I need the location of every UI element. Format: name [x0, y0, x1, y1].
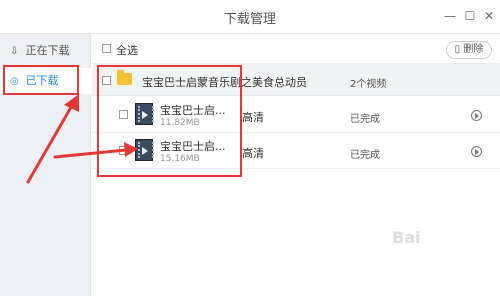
arrow-to-file-icon — [53, 142, 138, 159]
arrow-to-sidebar-icon — [26, 94, 79, 184]
baidu-watermark: Bai — [392, 228, 421, 247]
site-watermark: 浏览器家园 — [348, 262, 473, 291]
